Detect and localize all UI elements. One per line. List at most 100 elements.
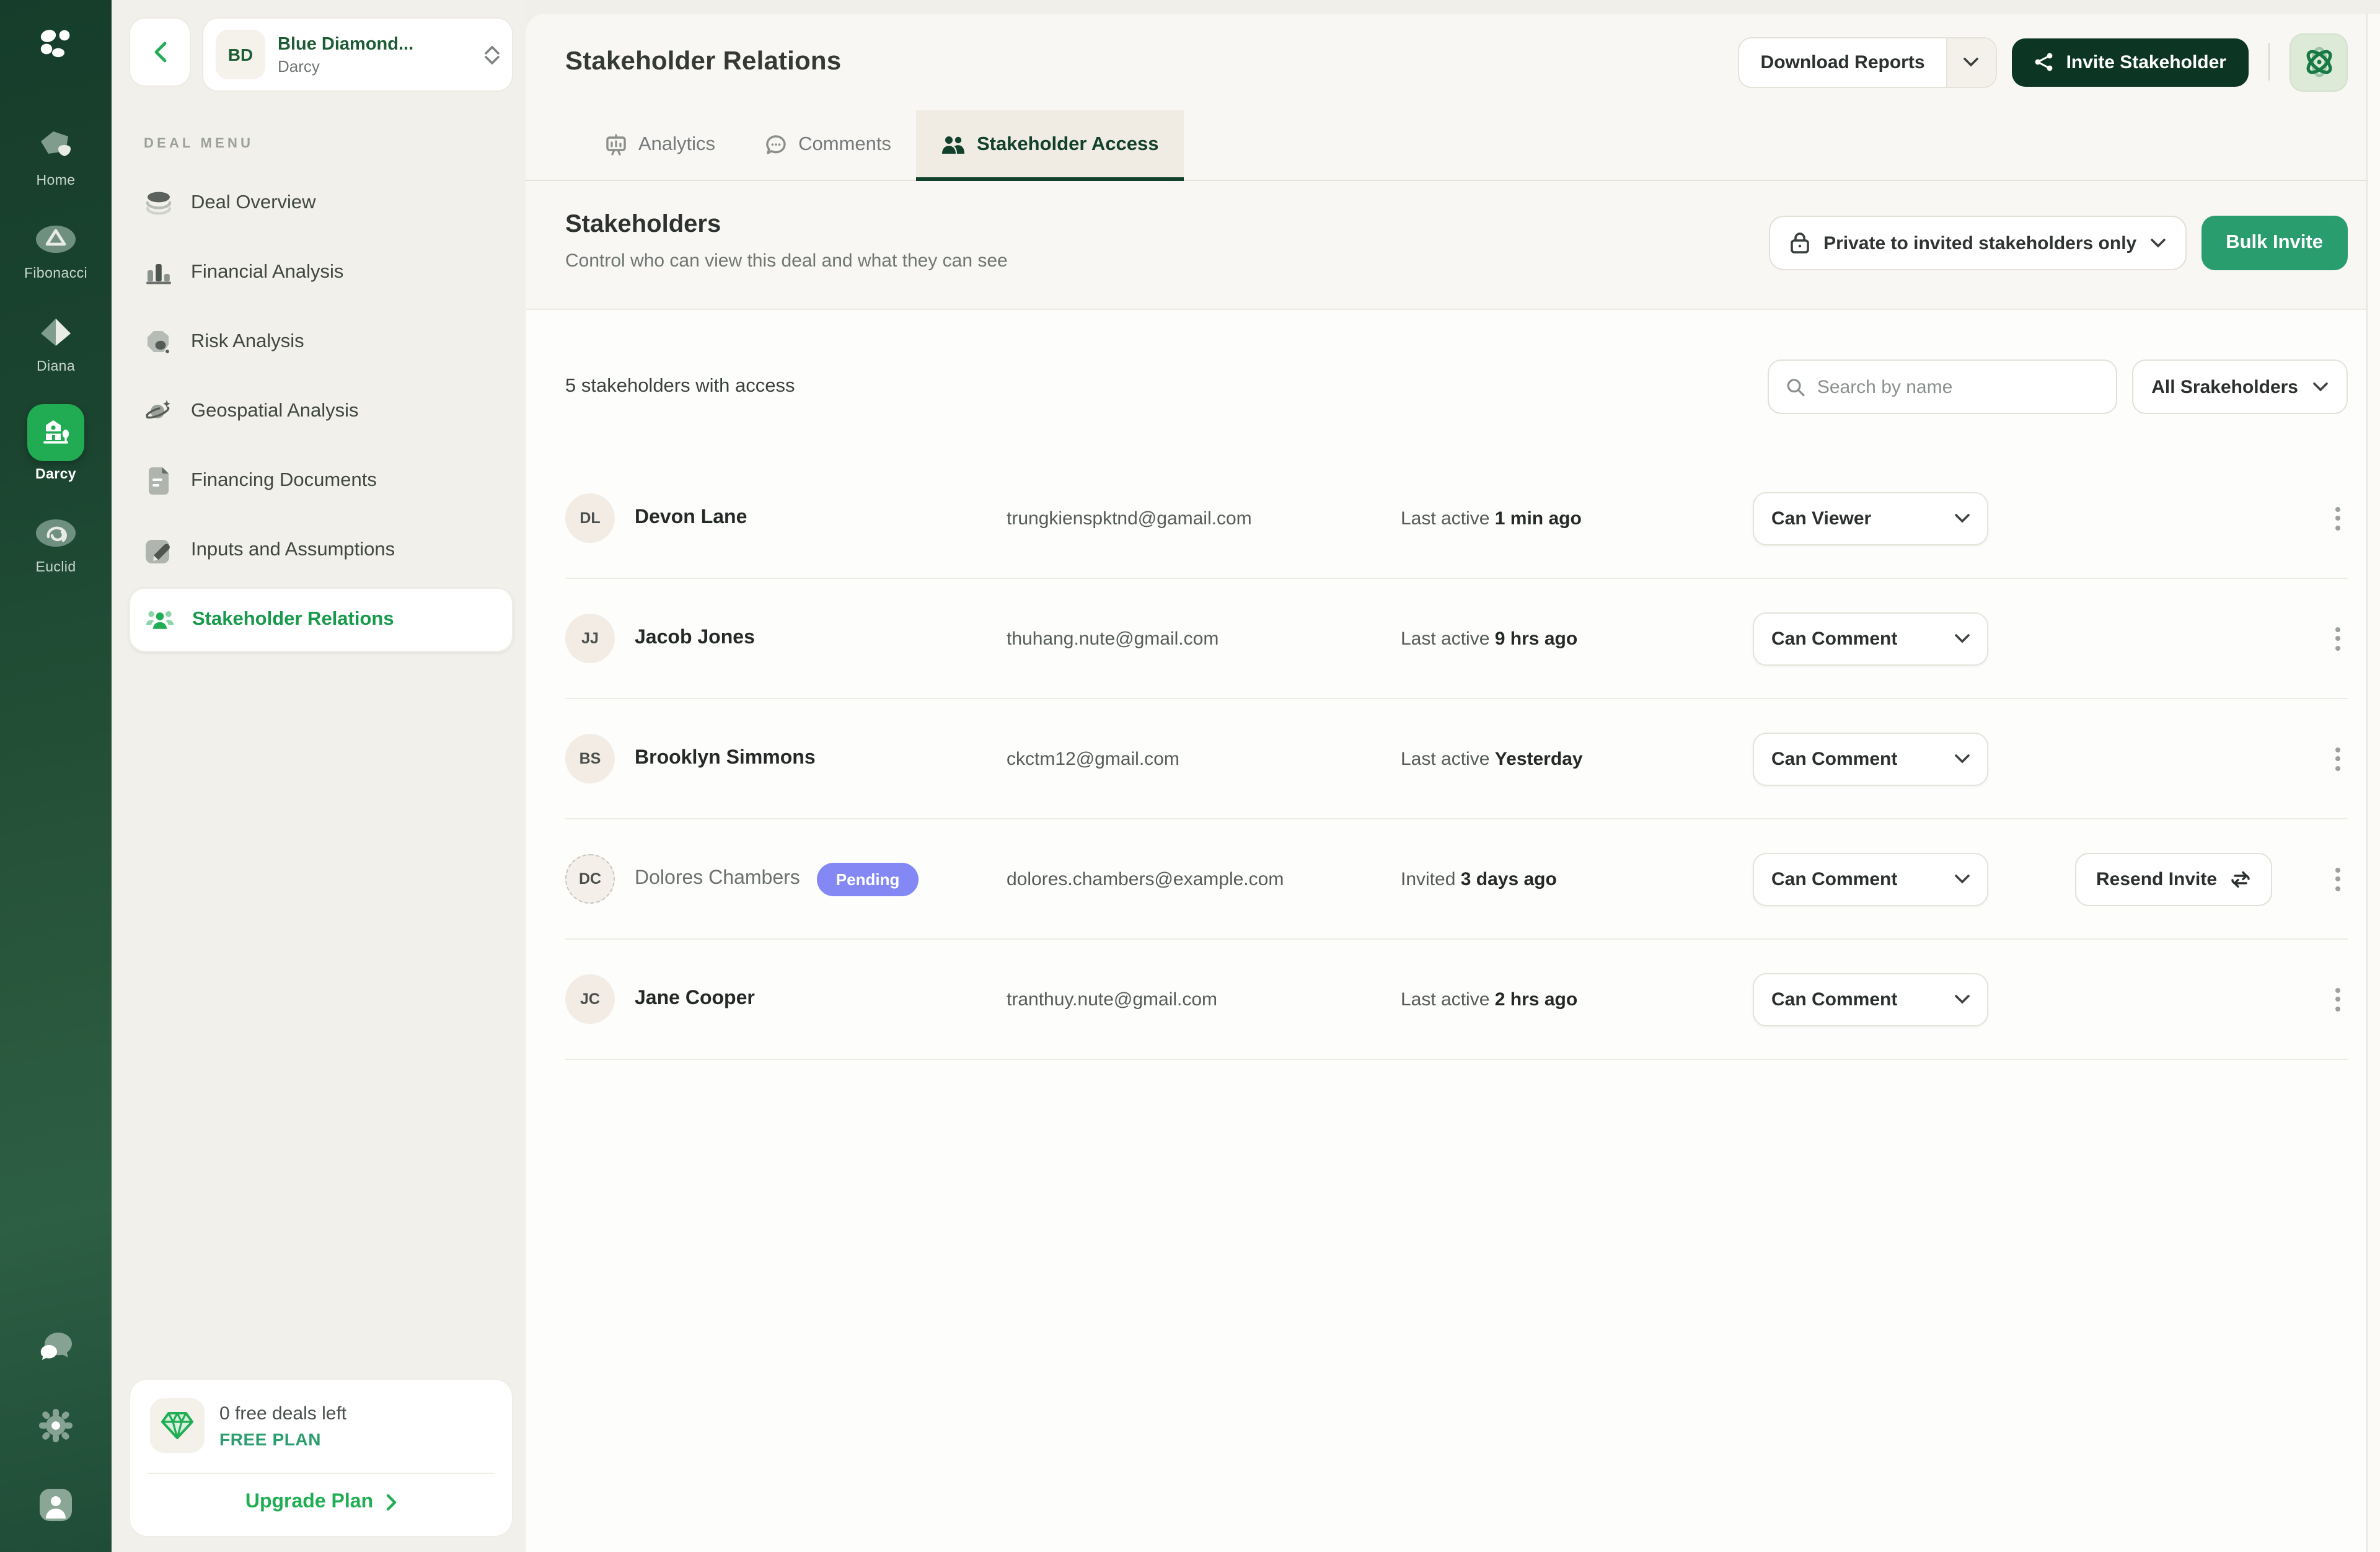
invite-stakeholder-button[interactable]: Invite Stakeholder xyxy=(2012,38,2249,86)
bulk-invite-button[interactable]: Bulk Invite xyxy=(2201,216,2348,270)
people-icon xyxy=(145,605,175,635)
upgrade-plan-link[interactable]: Upgrade Plan xyxy=(150,1491,492,1514)
pen-icon xyxy=(144,536,174,565)
chevron-down-icon xyxy=(1955,754,1970,764)
row-menu-button[interactable] xyxy=(2328,499,2348,537)
chevron-down-icon xyxy=(1955,633,1970,643)
two-people-icon xyxy=(941,134,966,156)
rail-nav: Home Fibonacci Diana xyxy=(24,125,87,575)
rail-item-label: Diana xyxy=(37,359,75,374)
stakeholder-filter-dropdown[interactable]: All Srakeholders xyxy=(2131,359,2348,414)
tab-stakeholder-access[interactable]: Stakeholder Access xyxy=(916,110,1184,180)
menu-item-inputs-assumptions[interactable]: Inputs and Assumptions xyxy=(129,518,513,583)
avatar: BS xyxy=(565,734,615,783)
rail-item-label: Darcy xyxy=(35,467,76,482)
stakeholder-email: ckctm12@gmail.com xyxy=(1007,748,1391,769)
stakeholder-name: Dolores Chambers xyxy=(635,868,800,890)
menu-item-financial-analysis[interactable]: Financial Analysis xyxy=(129,240,513,305)
stakeholder-name: Brooklyn Simmons xyxy=(635,747,816,770)
menu-item-geospatial-analysis[interactable]: Geospatial Analysis xyxy=(129,379,513,444)
privacy-dropdown[interactable]: Private to invited stakeholders only xyxy=(1769,216,2186,270)
last-active-text: Last active 2 hrs ago xyxy=(1401,989,1743,1010)
page-header: Stakeholder Relations Download Reports xyxy=(526,14,2380,110)
atom-icon xyxy=(2300,43,2337,81)
menu-item-label: Financial Analysis xyxy=(191,262,343,284)
privacy-label: Private to invited stakeholders only xyxy=(1823,232,2136,254)
stakeholder-email: tranthuy.nute@gmail.com xyxy=(1007,989,1391,1010)
scrollbar-gutter[interactable] xyxy=(2366,14,2380,1552)
download-reports-caret[interactable] xyxy=(1946,38,1996,86)
permission-dropdown[interactable]: Can Viewer xyxy=(1753,492,1988,545)
row-menu-button[interactable] xyxy=(2328,619,2348,658)
table-row: JJ Jacob Jones thuhang.nute@gmail.com La… xyxy=(565,579,2348,699)
workspace-rail: Home Fibonacci Diana xyxy=(0,0,112,1552)
resend-invite-button[interactable]: Resend Invite xyxy=(2075,852,2272,906)
comment-bubble-icon xyxy=(765,134,787,156)
permission-label: Can Comment xyxy=(1771,989,1897,1010)
deal-menu-heading: DEAL MENU xyxy=(144,136,513,151)
rail-item-fibonacci[interactable]: Fibonacci xyxy=(24,218,87,281)
lock-icon xyxy=(1790,232,1810,254)
menu-item-risk-analysis[interactable]: Risk Analysis xyxy=(129,310,513,374)
home-icon xyxy=(29,125,83,167)
deal-menu-list: Deal Overview Financial Analysis xyxy=(129,171,513,652)
stakeholder-name: Devon Lane xyxy=(635,507,747,529)
menu-item-stakeholder-relations[interactable]: Stakeholder Relations xyxy=(129,588,513,652)
divider xyxy=(2268,43,2270,81)
chevron-down-icon xyxy=(2313,382,2328,392)
euclid-icon xyxy=(29,512,83,554)
chat-icon[interactable] xyxy=(37,1330,74,1371)
page-title: Stakeholder Relations xyxy=(565,47,841,77)
resend-invite-label: Resend Invite xyxy=(2096,868,2217,889)
deal-switcher[interactable]: BD Blue Diamond... Darcy xyxy=(202,17,513,92)
deal-name: Blue Diamond... xyxy=(278,34,472,54)
stakeholder-email: dolores.chambers@example.com xyxy=(1007,868,1391,889)
last-active-text: Last active 9 hrs ago xyxy=(1401,628,1743,649)
rail-item-euclid[interactable]: Euclid xyxy=(29,512,83,575)
presentation-chart-icon xyxy=(605,134,627,156)
search-icon xyxy=(1786,376,1805,397)
gem-icon xyxy=(150,1398,205,1453)
deals-left-text: 0 free deals left xyxy=(219,1403,346,1424)
avatar: JJ xyxy=(565,614,615,663)
clover-logo-icon[interactable] xyxy=(37,25,74,68)
invite-stakeholder-label: Invite Stakeholder xyxy=(2066,51,2226,73)
permission-dropdown[interactable]: Can Comment xyxy=(1753,732,1988,785)
back-button[interactable] xyxy=(129,17,191,87)
filter-label: All Srakeholders xyxy=(2151,376,2298,397)
fibonacci-icon xyxy=(29,218,83,260)
stakeholder-name: Jacob Jones xyxy=(635,627,755,650)
gear-icon[interactable] xyxy=(38,1408,73,1449)
rail-item-home[interactable]: Home xyxy=(29,125,83,188)
permission-dropdown[interactable]: Can Comment xyxy=(1753,972,1988,1026)
stakeholders-list-panel: 5 stakeholders with access All Srakehold… xyxy=(526,310,2380,1552)
search-box[interactable] xyxy=(1767,359,2117,414)
row-menu-button[interactable] xyxy=(2328,739,2348,778)
rail-item-diana[interactable]: Diana xyxy=(29,311,83,374)
download-reports-button[interactable]: Download Reports xyxy=(1739,37,1997,87)
permission-dropdown[interactable]: Can Comment xyxy=(1753,852,1988,906)
layers-icon xyxy=(144,188,174,218)
app-window: Home Fibonacci Diana xyxy=(0,0,2380,1552)
diana-icon xyxy=(29,311,83,353)
rail-item-darcy[interactable]: Darcy xyxy=(27,404,84,482)
menu-item-financing-documents[interactable]: Financing Documents xyxy=(129,449,513,513)
table-row: JC Jane Cooper tranthuy.nute@gmail.com L… xyxy=(565,940,2348,1060)
chevron-left-icon xyxy=(151,41,169,63)
plan-name: FREE PLAN xyxy=(219,1429,346,1448)
row-menu-button[interactable] xyxy=(2328,860,2348,898)
deal-avatar: BD xyxy=(216,30,265,79)
chevron-down-icon xyxy=(2150,238,2165,248)
tab-analytics[interactable]: Analytics xyxy=(580,110,740,180)
search-input[interactable] xyxy=(1817,376,2098,397)
menu-item-label: Financing Documents xyxy=(191,470,377,492)
profile-icon[interactable] xyxy=(37,1486,74,1530)
menu-item-deal-overview[interactable]: Deal Overview xyxy=(129,171,513,236)
list-toolbar: 5 stakeholders with access All Srakehold… xyxy=(565,359,2348,414)
ai-assistant-button[interactable] xyxy=(2290,33,2348,91)
tab-bar: Analytics Comments xyxy=(526,110,2380,181)
tab-comments[interactable]: Comments xyxy=(740,110,916,180)
permission-dropdown[interactable]: Can Comment xyxy=(1753,612,1988,665)
row-menu-button[interactable] xyxy=(2328,980,2348,1018)
deal-menu-panel: BD Blue Diamond... Darcy DEAL MENU xyxy=(112,0,526,1552)
